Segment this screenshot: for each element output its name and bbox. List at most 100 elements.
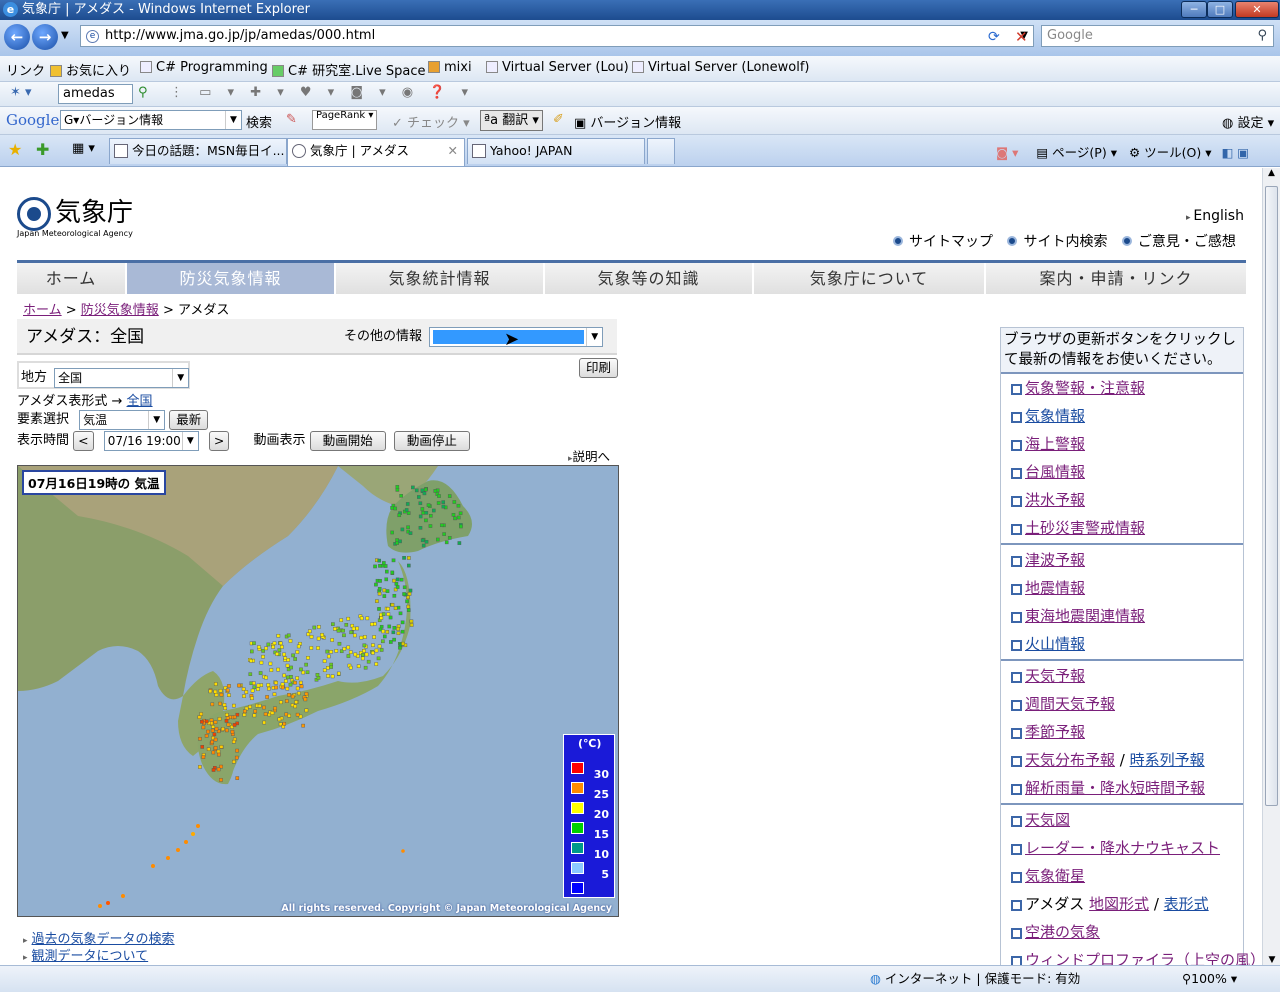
tab-jma[interactable]: 気象庁 | アメダス ✕ — [287, 138, 465, 166]
version-button[interactable]: ▣ バージョン情報 — [574, 112, 681, 131]
observation-data-link[interactable]: 観測データについて — [32, 949, 149, 964]
link-favorites[interactable]: お気に入り — [50, 60, 131, 79]
prev-time-button[interactable]: < — [73, 430, 94, 451]
sidebar-item-rainfall[interactable]: 解析雨量・降水短時間予報 — [1025, 779, 1205, 797]
favorites-star-icon[interactable]: ★ — [8, 140, 22, 159]
quick-tabs-icon[interactable]: ▦ ▾ — [72, 141, 95, 156]
close-button[interactable]: ✕ — [1235, 1, 1279, 18]
sidebar-item-marine-warnings[interactable]: 海上警報 — [1025, 435, 1085, 453]
sitemap-link[interactable]: サイトマップ — [893, 234, 993, 250]
sidebar-item-distribution[interactable]: 天気分布予報 — [1025, 751, 1115, 769]
latest-button[interactable]: 最新 — [169, 409, 209, 430]
sidebar-item-typhoon[interactable]: 台風情報 — [1025, 463, 1085, 481]
google-logo: Google — [6, 111, 60, 129]
link-live-space[interactable]: C# 研究室.Live Space — [272, 60, 426, 79]
station-dot — [374, 662, 379, 666]
sidebar-item-forecast[interactable]: 天気予報 — [1025, 667, 1085, 685]
tools-menu[interactable]: ⚙ ツール(O) ▾ — [1129, 145, 1212, 160]
nav-home[interactable]: ホーム — [17, 263, 127, 294]
sidebar-item-timeseries[interactable]: 時系列予報 — [1130, 751, 1205, 769]
sidebar-item-weather-chart[interactable]: 天気図 — [1025, 811, 1070, 829]
time-select[interactable]: 07/16 19:00 ▼ — [103, 430, 199, 451]
explain-link[interactable]: ▸説明へ — [568, 446, 610, 465]
nav-statistics[interactable]: 気象統計情報 — [336, 263, 545, 294]
sidebar-item-landslide[interactable]: 土砂災害警戒情報 — [1025, 519, 1145, 537]
jma-logo[interactable]: 気象庁 Japan Meteorological Agency — [17, 192, 133, 238]
sidebar-item-tokai[interactable]: 東海地震関連情報 — [1025, 607, 1145, 625]
breadcrumb-disaster[interactable]: 防災気象情報 — [81, 303, 159, 318]
scroll-down-icon[interactable]: ▼ — [1263, 955, 1280, 965]
help-icon[interactable]: ◧ ▣ — [1221, 145, 1249, 160]
feedback-link[interactable]: ご意見・ご感想 — [1121, 234, 1236, 250]
eraser-icon[interactable]: ✎ — [286, 112, 297, 127]
google-search-button[interactable]: 検索 — [246, 112, 272, 131]
sidebar-item-tsunami[interactable]: 津波予報 — [1025, 551, 1085, 569]
tab-yahoo[interactable]: Yahoo! JAPAN — [467, 138, 645, 164]
station-dot — [307, 629, 312, 634]
vertical-scrollbar[interactable]: ▲ ▼ — [1262, 168, 1280, 965]
new-tab-button[interactable] — [647, 138, 675, 164]
sidebar-item-weather-info[interactable]: 気象情報 — [1025, 407, 1085, 425]
english-link[interactable]: ▸ English — [1186, 208, 1244, 224]
sidebar-item-warnings[interactable]: 気象警報・注意報 — [1025, 379, 1145, 397]
animation-stop-button[interactable]: 動画停止 — [393, 430, 470, 451]
back-button[interactable]: ← — [4, 24, 30, 50]
nav-knowledge[interactable]: 気象等の知識 — [545, 263, 754, 294]
settings-button[interactable]: ◍ 設定 ▾ — [1222, 112, 1274, 131]
element-select[interactable]: 気温 ▼ — [79, 409, 166, 430]
nav-guide[interactable]: 案内・申請・リンク — [986, 263, 1246, 294]
station-dot — [232, 759, 236, 764]
sidebar-item-wind-profiler[interactable]: ウィンドプロファイラ（上空の風） — [1025, 951, 1262, 965]
page-menu[interactable]: ▤ ページ(P) ▾ — [1036, 145, 1117, 160]
toolbar-icons[interactable]: ⋮ ▭ ▾ ✚ ▾ ♥ ▾ ◙ ▾ ◉ ❓ ▾ — [170, 85, 474, 100]
animation-start-button[interactable]: 動画開始 — [309, 430, 386, 451]
breadcrumb-home[interactable]: ホーム — [23, 303, 62, 318]
next-time-button[interactable]: > — [208, 430, 230, 451]
pagerank-widget[interactable]: PageRank ▾ — [312, 110, 378, 130]
close-tab-icon[interactable]: ✕ — [448, 139, 458, 163]
scroll-up-icon[interactable]: ▲ — [1263, 168, 1280, 184]
sidebar-item-earthquake[interactable]: 地震情報 — [1025, 579, 1085, 597]
highlight-icon[interactable]: ✐ — [553, 112, 564, 127]
scroll-thumb[interactable] — [1265, 186, 1278, 806]
msn-icon[interactable]: ✶ ▾ — [10, 85, 32, 100]
sidebar-item-seasonal[interactable]: 季節予報 — [1025, 723, 1085, 741]
print-button[interactable]: 印刷 — [579, 358, 619, 378]
minimize-button[interactable]: ─ — [1181, 1, 1207, 18]
add-favorite-icon[interactable]: ✚ — [36, 140, 49, 159]
link-mixi[interactable]: mixi — [428, 60, 472, 75]
tab-msn[interactable]: 今日の話題：MSN毎日イ... — [109, 138, 287, 164]
forward-button[interactable]: → — [32, 24, 58, 50]
link-virtual-server-lou[interactable]: Virtual Server (Lou) — [486, 60, 629, 75]
translate-button[interactable]: ªa 翻訳 ▾ — [480, 110, 543, 131]
site-search-link[interactable]: サイト内検索 — [1007, 234, 1107, 250]
nav-disaster-info[interactable]: 防災気象情報 — [127, 263, 336, 294]
search-field[interactable]: Google ⚲ — [1041, 25, 1274, 47]
toolbar-search-input[interactable]: amedas — [58, 84, 133, 104]
link-virtual-server-lonewolf[interactable]: Virtual Server (Lonewolf) — [632, 60, 810, 75]
search-icon[interactable]: ⚲ — [1257, 26, 1267, 46]
url-field[interactable]: e http://www.jma.go.jp/jp/amedas/000.htm… — [80, 25, 1034, 47]
link-csharp[interactable]: C# Programming — [140, 60, 268, 75]
region-select[interactable]: 全国 ▼ — [54, 367, 190, 388]
sidebar-item-volcano[interactable]: 火山情報 — [1025, 635, 1085, 653]
sidebar-item-flood[interactable]: 洪水予報 — [1025, 491, 1085, 509]
sidebar-item-table-format[interactable]: 表形式 — [1164, 895, 1209, 913]
nav-about[interactable]: 気象庁について — [754, 263, 986, 294]
feeds-icon[interactable]: ◙ ▾ — [996, 145, 1018, 160]
sidebar-item-satellite[interactable]: 気象衛星 — [1025, 867, 1085, 885]
google-query-input[interactable]: G▾バージョン情報 ▼ — [60, 110, 242, 130]
sidebar-item-map-format[interactable]: 地図形式 — [1089, 895, 1149, 913]
stop-icon[interactable]: ✕ — [1015, 28, 1028, 46]
sidebar-item-radar[interactable]: レーダー・降水ナウキャスト — [1025, 839, 1220, 857]
toolbar-search-icon[interactable]: ⚲ — [138, 85, 148, 100]
sidebar-item-airport[interactable]: 空港の気象 — [1025, 923, 1100, 941]
refresh-icon[interactable]: ⟳ — [988, 29, 1000, 45]
sidebar-item-weekly[interactable]: 週間天気予報 — [1025, 695, 1115, 713]
spellcheck-button[interactable]: ✓ チェック ▾ — [392, 112, 470, 131]
table-format-link[interactable]: 全国 — [127, 394, 153, 409]
station-dot — [322, 668, 327, 673]
maximize-button[interactable]: □ — [1207, 1, 1233, 18]
zoom-control[interactable]: ⚲100% ▾ — [1182, 966, 1237, 992]
history-dropdown-icon[interactable]: ▼ — [61, 30, 69, 41]
